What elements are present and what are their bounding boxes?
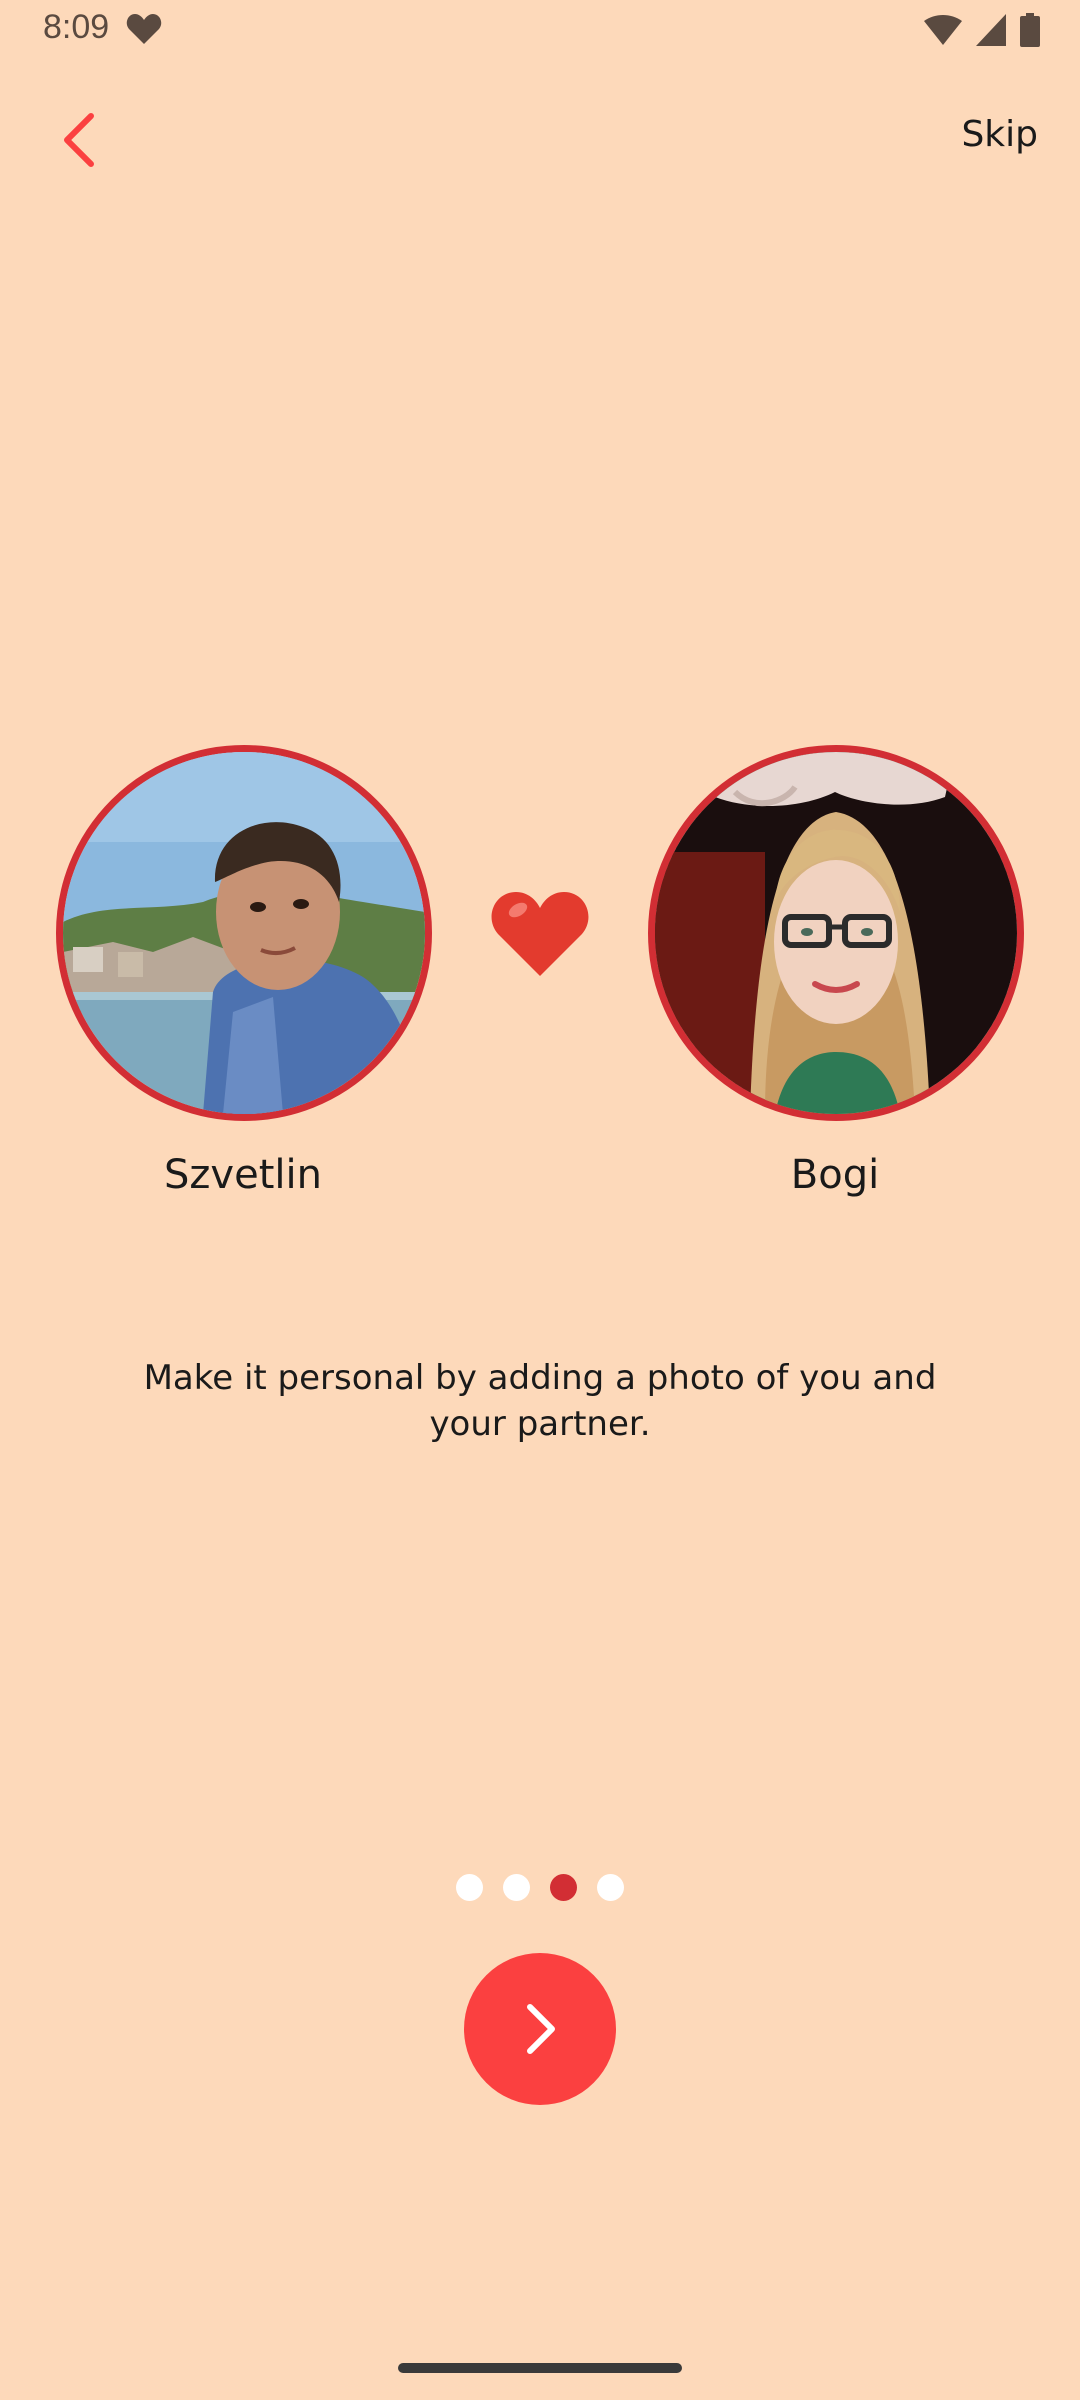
battery-icon: [1020, 13, 1040, 51]
next-button[interactable]: [464, 1953, 616, 2105]
onboarding-description: Make it personal by adding a photo of yo…: [143, 1358, 937, 1444]
skip-button[interactable]: Skip: [961, 114, 1038, 155]
signal-icon: [976, 14, 1006, 50]
page-dot-3-active: [550, 1874, 577, 1901]
status-icons: [924, 13, 1040, 51]
wifi-icon: [924, 15, 962, 49]
chevron-right-icon: [527, 2004, 555, 2054]
page-dot-2: [503, 1874, 530, 1901]
heart-emoji-icon: [490, 888, 590, 984]
partner-photo-right[interactable]: [648, 745, 1024, 1121]
home-indicator[interactable]: [398, 2363, 682, 2373]
chevron-left-icon: [64, 113, 94, 167]
heart-icon: [126, 13, 162, 49]
page-dot-1: [456, 1874, 483, 1901]
partner-name-right: Bogi: [790, 1152, 880, 1198]
page-dot-4: [597, 1874, 624, 1901]
page-indicator: [0, 1874, 1080, 1901]
back-button[interactable]: [44, 100, 114, 180]
status-time: 8:09: [43, 8, 110, 46]
status-bar: 8:09: [0, 0, 1080, 62]
partner-name-left: Szvetlin: [164, 1152, 322, 1198]
partner-photo-left[interactable]: [56, 745, 432, 1121]
